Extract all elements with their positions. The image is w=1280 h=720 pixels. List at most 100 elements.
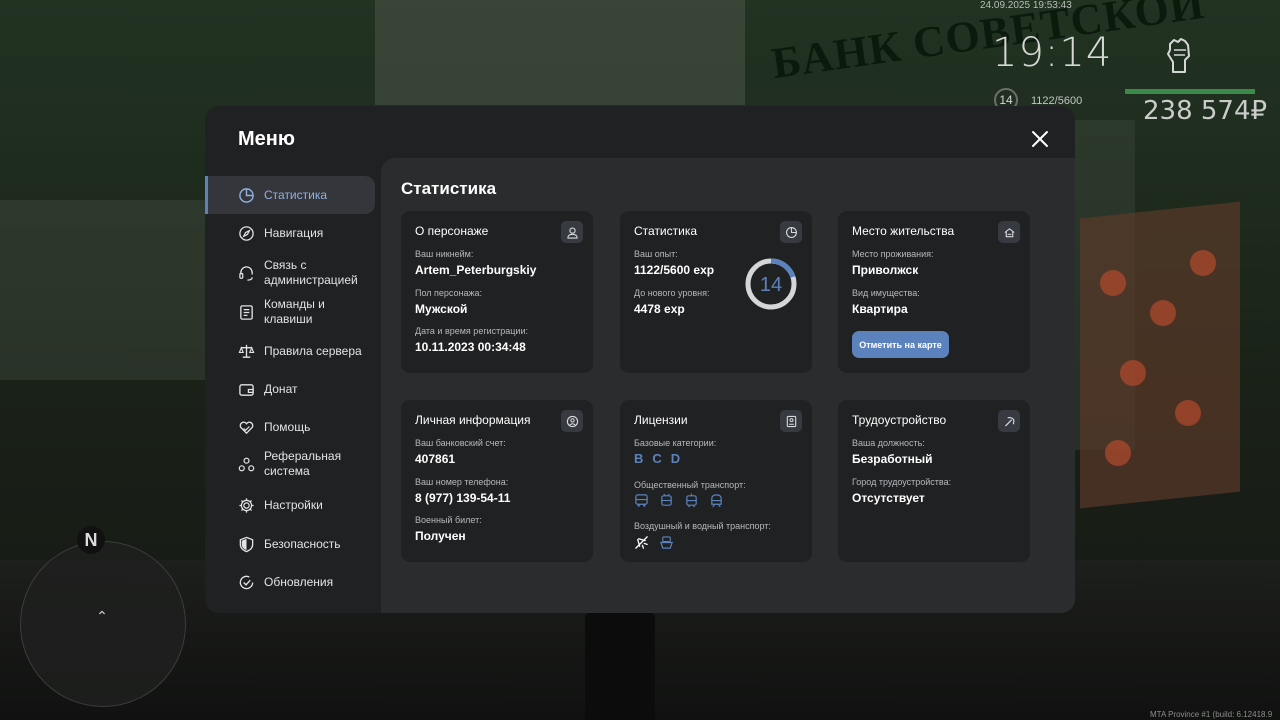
license-category: B [634,451,644,466]
house-icon [998,221,1020,243]
sidebar-item-commands[interactable]: Команды и клавиши [205,295,375,329]
id-card-icon [780,410,802,432]
mark-on-map-button[interactable]: Отметить на карте [852,331,949,358]
network-icon [238,457,255,471]
sidebar-item-label: Связь с администрацией [264,258,358,287]
sidebar-item-label: Команды и клавиши [264,297,325,326]
sidebar-item-referral[interactable]: Реферальная система [205,447,375,481]
sidebar-item-security[interactable]: Безопасность [205,525,375,563]
phone-value: 8 (977) 139-54-11 [415,491,511,505]
pie-chart-icon [239,187,254,203]
shield-icon [239,536,254,552]
bank-value: 407861 [415,452,456,466]
sidebar-item-label: Обновления [264,574,334,589]
gender-label: Пол персонажа: [415,288,483,298]
gender-value: Мужской [415,302,468,316]
property-label: Вид имущества: [852,288,920,298]
trolleybus-icon [661,493,672,506]
tram-icon [686,493,697,508]
hud-health-bar [1125,89,1255,94]
fist-icon [1167,38,1190,73]
pickaxe-icon [998,410,1020,432]
base-categories-label: Базовые категории: [634,438,717,448]
background-logo [1120,360,1146,386]
metro-icon [711,494,722,508]
sidebar-item-rules[interactable]: Правила сервера [205,332,375,370]
sidebar-item-navigation[interactable]: Навигация [205,214,375,252]
air-water-transport-icons [634,535,674,550]
license-category: D [670,451,681,466]
user-icon [561,221,583,243]
background-wall [0,200,205,380]
bus-icon [635,494,648,507]
level-progress-ring: 14 [745,258,797,310]
license-categories: B C D [634,451,680,466]
sidebar-item-label: Помощь [264,419,311,434]
player-character [585,612,655,720]
public-transport-label: Общественный транспорт: [634,480,746,490]
menu-title: Меню [238,128,295,150]
boat-icon [660,536,673,549]
next-level-label: До нового уровня: [634,288,710,298]
wallet-icon [239,383,254,396]
registration-value: 10.11.2023 00:34:48 [415,340,526,354]
player-arrow-icon: ⌃ [96,608,108,624]
close-icon[interactable] [1028,127,1052,151]
sidebar-item-donate[interactable]: Донат [205,370,375,408]
compass-north-icon: N [77,526,105,554]
nickname-label: Ваш никнейм: [415,249,474,259]
sidebar-item-updates[interactable]: Обновления [205,563,375,601]
sidebar-item-help[interactable]: Помощь [205,408,375,446]
public-transport-icons [634,493,724,508]
background-shelf [375,0,745,105]
hud-clock: 19:14 [992,30,1113,76]
exp-label: Ваш опыт: [634,249,678,259]
personal-info-card: Личная информация Ваш банковский счет: 4… [401,400,593,562]
sidebar-item-statistics[interactable]: Статистика [205,176,375,214]
sidebar-item-label: Правила сервера [264,343,362,358]
phone-label: Ваш номер телефона: [415,477,509,487]
place-value: Приволжск [852,263,919,277]
next-level-value: 4478 exp [634,302,685,316]
document-icon [240,304,253,320]
card-title: Лицензии [634,413,688,427]
level-number: 14 [760,274,782,296]
scales-icon [238,344,255,358]
airplane-icon [635,536,648,549]
build-info: MTA Province #1 (build: 6.12418.9 [1150,710,1273,719]
sidebar-item-label: Настройки [264,497,323,512]
military-value: Получен [415,529,466,543]
license-category: C [652,451,662,466]
heart-hand-icon [239,421,254,434]
card-title: Статистика [634,224,698,238]
residence-card: Место жительства Место проживания: Приво… [838,211,1030,373]
sidebar: Статистика Навигация Связь с администрац… [205,176,381,613]
menu-window: Меню Статистика Навигация Связь с админи… [205,106,1075,613]
employment-card: Трудоустройство Ваша должность: Безработ… [838,400,1030,562]
card-title: Личная информация [415,413,531,427]
licenses-card: Лицензии Базовые категории: B C D Общест… [620,400,812,562]
sidebar-item-label: Реферальная система [264,449,342,478]
card-title: О персонаже [415,224,489,238]
exp-value: 1122/5600 exp [634,263,715,277]
background-logo [1175,400,1201,426]
sidebar-item-label: Навигация [264,225,324,240]
pie-chart-icon [780,221,802,243]
position-label: Ваша должность: [852,438,925,448]
sidebar-item-label: Безопасность [264,536,341,551]
card-title: Место жительства [852,224,955,238]
sidebar-item-settings[interactable]: Настройки [205,486,375,524]
content-panel: Статистика О персонаже Ваш никнейм: Arte… [381,158,1075,613]
headset-icon [239,265,253,281]
sidebar-item-contact-admin[interactable]: Связь с администрацией [205,256,375,290]
hud-datetime: 24.09.2025 19:53:43 [980,0,1072,11]
stats-card: Статистика Ваш опыт: 1122/5600 exp До но… [620,211,812,373]
background-logo [1100,270,1126,296]
place-label: Место проживания: [852,249,934,259]
compass-icon [239,225,254,241]
hud-money: 238 574₽ [1143,96,1268,126]
background-logo [1150,300,1176,326]
sidebar-item-label: Донат [264,381,298,396]
background-logo [1190,250,1216,276]
gear-icon [239,497,254,513]
